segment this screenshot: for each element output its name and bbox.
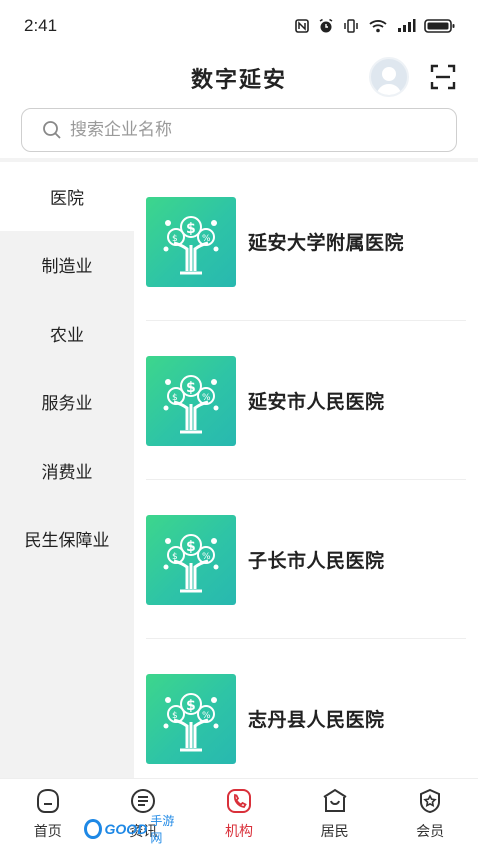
- member-icon: [420, 788, 441, 814]
- svg-text:$: $: [172, 552, 178, 562]
- tab-label: 居民: [320, 824, 349, 840]
- svg-text:$: $: [186, 698, 196, 714]
- svg-text:%: %: [202, 234, 211, 244]
- alarm-icon: [319, 18, 333, 33]
- svg-text:$: $: [172, 234, 178, 244]
- institution-icon: [226, 789, 251, 813]
- scan-icon[interactable]: [430, 64, 456, 90]
- tab-label: 机构: [224, 824, 253, 840]
- tree-logo-icon: $ $%: [146, 196, 236, 287]
- wifi-icon: [369, 20, 387, 33]
- sidebar-item-hospital[interactable]: 医院: [0, 162, 134, 231]
- sidebar-item-service[interactable]: 服务业: [0, 368, 134, 437]
- organization-name: 延安大学附属医院: [248, 232, 405, 254]
- svg-text:%: %: [202, 711, 211, 721]
- search-box[interactable]: [21, 108, 457, 152]
- watermark-brand: GOOD: [104, 821, 148, 837]
- battery-icon: [424, 19, 455, 33]
- watermark-logo: GOOD 手游网: [84, 814, 180, 845]
- search-icon: [43, 121, 61, 139]
- tab-home[interactable]: 首页: [0, 779, 96, 850]
- signal-icon: [398, 19, 416, 32]
- watermark-ring-icon: [84, 819, 102, 839]
- organization-name: 志丹县人民医院: [248, 709, 385, 731]
- organization-name: 子长市人民医院: [248, 550, 385, 572]
- avatar[interactable]: [369, 57, 409, 97]
- search-input[interactable]: [70, 120, 410, 140]
- vibrate-icon: [344, 19, 358, 33]
- tree-logo-icon: $ $%: [146, 514, 236, 605]
- svg-text:$: $: [186, 539, 196, 555]
- category-sidebar: 医院 制造业 农业 服务业 消费业 民生保障业: [0, 162, 134, 778]
- organization-name: 延安市人民医院: [248, 391, 385, 413]
- tab-resident[interactable]: 居民: [287, 779, 383, 850]
- svg-text:$: $: [186, 221, 196, 237]
- svg-text:%: %: [202, 393, 211, 403]
- tab-member[interactable]: 会员: [382, 779, 478, 850]
- status-icons: [294, 18, 456, 34]
- tab-label: 会员: [416, 824, 445, 840]
- nfc-icon: [295, 19, 309, 33]
- organization-list: $ $% 延安大学附属医院 $ $% 延安市人民医院 $ $% 子长市人民医院 $ $%…: [134, 162, 478, 778]
- tree-logo-icon: $ $%: [146, 673, 236, 764]
- svg-text:$: $: [172, 393, 178, 403]
- sidebar-item-livelihood[interactable]: 民生保障业: [0, 505, 134, 574]
- status-bar: 2:41: [0, 0, 478, 52]
- sidebar-item-manufacturing[interactable]: 制造业: [0, 231, 134, 300]
- list-item[interactable]: $ $% 延安大学附属医院: [146, 162, 466, 321]
- svg-text:$: $: [186, 380, 196, 396]
- watermark-text: 手游网: [150, 814, 175, 845]
- resident-icon: [323, 788, 347, 812]
- svg-text:$: $: [172, 711, 178, 721]
- sidebar-item-consumer[interactable]: 消费业: [0, 436, 134, 505]
- bottom-tab-bar: 首页 资讯 机构 居民 会员: [0, 778, 478, 850]
- list-item[interactable]: $ $% 志丹县人民医院: [146, 639, 466, 778]
- list-item[interactable]: $ $% 子长市人民医院: [146, 480, 466, 639]
- home-icon: [36, 788, 59, 813]
- sidebar-item-agriculture[interactable]: 农业: [0, 299, 134, 368]
- tab-label: 首页: [33, 824, 62, 840]
- tree-logo-icon: $ $%: [146, 355, 236, 446]
- status-time: 2:41: [24, 16, 58, 35]
- header: 数字延安: [0, 52, 478, 102]
- news-icon: [131, 789, 156, 813]
- list-item[interactable]: $ $% 延安市人民医院: [146, 321, 466, 480]
- tab-institution[interactable]: 机构: [191, 779, 287, 850]
- svg-text:%: %: [202, 552, 211, 562]
